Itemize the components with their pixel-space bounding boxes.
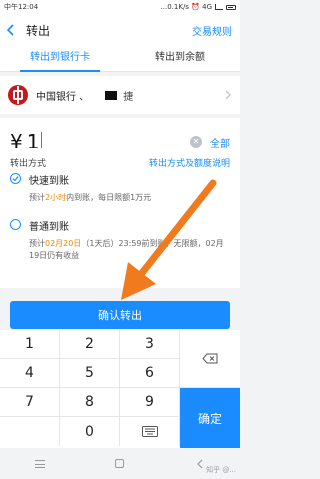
menu-icon[interactable] bbox=[35, 459, 46, 468]
key-9[interactable]: 9 bbox=[120, 388, 180, 417]
confirm-transfer-button[interactable]: 确认转出 bbox=[10, 301, 230, 329]
option-normal-arrival[interactable]: 普通到账 预计02月20日（1天后）23:59前到账，无限额，02月19日仍有收… bbox=[0, 218, 240, 262]
numeric-keypad: 1 2 3 4 5 6 7 8 9 0 确定 bbox=[0, 330, 240, 448]
option-title: 快速到账 bbox=[29, 176, 69, 187]
key-3[interactable]: 3 bbox=[120, 330, 180, 359]
page-title: 转出 bbox=[26, 23, 51, 38]
key-empty bbox=[0, 417, 60, 446]
keypad-confirm-key[interactable]: 确定 bbox=[180, 388, 240, 448]
clear-icon[interactable]: ✕ bbox=[190, 136, 202, 148]
signal-icon bbox=[215, 4, 223, 10]
system-nav-bar bbox=[0, 448, 240, 479]
status-network: ...0.1K/s ⏰ 4G bbox=[160, 3, 212, 11]
backspace-icon bbox=[202, 353, 218, 364]
delete-key[interactable] bbox=[180, 330, 240, 388]
key-2[interactable]: 2 bbox=[60, 330, 120, 359]
key-8[interactable]: 8 bbox=[60, 388, 120, 417]
option-description: 预计02月20日（1天后）23:59前到账，无限额，02月19日仍有收益 bbox=[29, 239, 224, 260]
key-6[interactable]: 6 bbox=[120, 359, 180, 388]
radio-unchecked-icon[interactable] bbox=[10, 219, 21, 230]
bank-card-suffix: 捷 bbox=[123, 91, 134, 103]
trade-rules-link[interactable]: 交易规则 bbox=[192, 23, 232, 38]
bank-of-china-logo bbox=[8, 85, 28, 105]
bank-name: 中国银行 、 bbox=[36, 91, 90, 103]
option-fast-arrival[interactable]: 快速到账 预计2小时内到账，每日限额1万元 bbox=[0, 172, 240, 204]
watermark: 知乎 @... bbox=[206, 466, 236, 474]
radio-checked-icon[interactable] bbox=[10, 173, 21, 184]
method-header: 转出方式 转出方式及额度说明 bbox=[0, 148, 240, 169]
tab-to-balance[interactable]: 转出到余额 bbox=[120, 46, 240, 71]
home-icon[interactable] bbox=[115, 459, 125, 468]
back-icon[interactable] bbox=[0, 14, 20, 46]
key-7[interactable]: 7 bbox=[0, 388, 60, 417]
key-0[interactable]: 0 bbox=[60, 417, 120, 446]
option-title: 普通到账 bbox=[29, 222, 69, 233]
bank-card-selector[interactable]: 中国银行 、 捷 bbox=[0, 76, 240, 114]
status-bar: 中午12:04 ...0.1K/s ⏰ 4G bbox=[0, 0, 240, 14]
key-5[interactable]: 5 bbox=[60, 359, 120, 388]
chevron-right-icon bbox=[225, 90, 231, 100]
key-4[interactable]: 4 bbox=[0, 359, 60, 388]
transfer-tabs: 转出到银行卡 转出到余额 bbox=[0, 46, 240, 72]
keyboard-icon bbox=[141, 426, 158, 437]
method-limit-info-link[interactable]: 转出方式及额度说明 bbox=[149, 156, 230, 169]
nav-bar: 转出 交易规则 bbox=[0, 14, 240, 46]
status-time: 中午12:04 bbox=[4, 3, 39, 11]
key-1[interactable]: 1 bbox=[0, 330, 60, 359]
battery-icon bbox=[226, 4, 236, 10]
transfer-method-panel: 转出方式 转出方式及额度说明 快速到账 预计2小时内到账，每日限额1万元 普通到… bbox=[0, 148, 240, 288]
option-description: 预计2小时内到账，每日限额1万元 bbox=[29, 193, 152, 202]
redacted-card-number bbox=[105, 90, 118, 100]
hide-keyboard-key[interactable] bbox=[120, 417, 180, 446]
method-header-label: 转出方式 bbox=[10, 159, 47, 169]
tab-to-bank-card[interactable]: 转出到银行卡 bbox=[0, 46, 120, 72]
status-indicators: ...0.1K/s ⏰ 4G bbox=[161, 3, 236, 11]
system-back-icon[interactable] bbox=[195, 459, 205, 469]
